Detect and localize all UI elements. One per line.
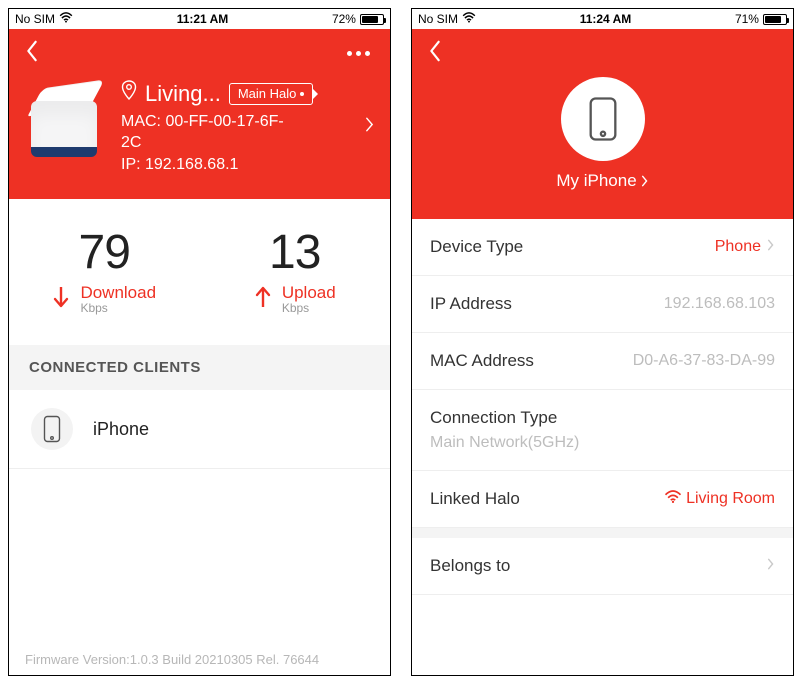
download-arrow-icon — [52, 285, 70, 314]
client-list: iPhone — [9, 390, 390, 469]
belongs-to-label: Belongs to — [430, 556, 510, 576]
back-button[interactable] — [25, 40, 39, 67]
upload-value: 13 — [269, 225, 320, 280]
clock: 11:24 AM — [580, 12, 632, 26]
row-linked-halo[interactable]: Linked Halo Living Room — [412, 471, 793, 528]
linked-halo-label: Linked Halo — [430, 489, 520, 509]
location-pin-icon — [121, 80, 137, 108]
device-name: My iPhone — [556, 171, 636, 191]
device-detail-list: Device Type Phone IP Address 192.168.68.… — [412, 219, 793, 595]
chevron-right-icon — [767, 556, 775, 576]
battery-percent: 72% — [332, 12, 356, 26]
wifi-status-icon — [462, 12, 476, 26]
row-connection-type: Connection Type Main Network(5GHz) — [412, 390, 793, 471]
client-item[interactable]: iPhone — [9, 390, 390, 469]
halo-device-icon — [29, 85, 103, 159]
upload-label: Upload — [282, 284, 336, 301]
halo-detail-screen: No SIM 11:21 AM 72% — [8, 8, 391, 676]
device-name-button[interactable]: My iPhone — [556, 171, 648, 191]
connection-type-value: Main Network(5GHz) — [430, 434, 579, 452]
client-detail-screen: No SIM 11:24 AM 71% My iPh — [411, 8, 794, 676]
wifi-icon — [664, 490, 682, 509]
linked-halo-value: Living Room — [664, 490, 775, 509]
download-unit: Kbps — [80, 301, 156, 315]
row-ip-address: IP Address 192.168.68.103 — [412, 276, 793, 333]
firmware-version: Firmware Version:1.0.3 Build 20210305 Re… — [25, 652, 319, 667]
device-hero: My iPhone — [412, 29, 793, 219]
download-value: 79 — [79, 225, 130, 280]
clock: 11:21 AM — [177, 12, 229, 26]
battery-icon — [360, 14, 384, 25]
chevron-right-icon — [767, 237, 775, 257]
wifi-status-icon — [59, 12, 73, 26]
ip-value: 192.168.68.103 — [664, 295, 775, 313]
more-menu-button[interactable] — [347, 51, 374, 56]
carrier-label: No SIM — [418, 12, 458, 26]
device-type-value: Phone — [715, 238, 761, 256]
halo-info-row[interactable]: Living... Main Halo MAC: 00-FF-00-17-6F-… — [25, 79, 374, 175]
connection-type-label: Connection Type — [430, 408, 557, 428]
phone-icon — [31, 408, 73, 450]
section-gap — [412, 528, 793, 538]
mac-value: D0-A6-37-83-DA-99 — [633, 352, 775, 370]
client-name: iPhone — [93, 419, 149, 440]
ip-label: IP Address — [430, 294, 512, 314]
status-bar: No SIM 11:21 AM 72% — [9, 9, 390, 29]
download-label: Download — [80, 284, 156, 301]
device-avatar — [561, 77, 645, 161]
battery-icon — [763, 14, 787, 25]
halo-ip: IP: 192.168.68.1 — [121, 154, 374, 176]
row-mac-address: MAC Address D0-A6-37-83-DA-99 — [412, 333, 793, 390]
row-device-type[interactable]: Device Type Phone — [412, 219, 793, 276]
back-button[interactable] — [428, 40, 442, 67]
main-halo-tag: Main Halo — [229, 83, 314, 105]
halo-hero: Living... Main Halo MAC: 00-FF-00-17-6F-… — [9, 29, 390, 199]
mac-label: MAC Address — [430, 351, 534, 371]
device-type-label: Device Type — [430, 237, 523, 257]
row-belongs-to[interactable]: Belongs to — [412, 538, 793, 595]
battery-percent: 71% — [735, 12, 759, 26]
upload-arrow-icon — [254, 285, 272, 314]
status-bar: No SIM 11:24 AM 71% — [412, 9, 793, 29]
speed-card: 79 Download Kbps 13 — [9, 199, 390, 345]
upload-block: 13 Upload Kbps — [200, 225, 391, 315]
chevron-right-icon — [365, 117, 374, 138]
halo-mac: MAC: 00-FF-00-17-6F-2C — [121, 111, 301, 154]
upload-unit: Kbps — [282, 301, 336, 315]
connected-clients-header: CONNECTED CLIENTS — [9, 345, 390, 390]
carrier-label: No SIM — [15, 12, 55, 26]
download-block: 79 Download Kbps — [9, 225, 200, 315]
halo-room-name: Living... — [145, 79, 221, 109]
